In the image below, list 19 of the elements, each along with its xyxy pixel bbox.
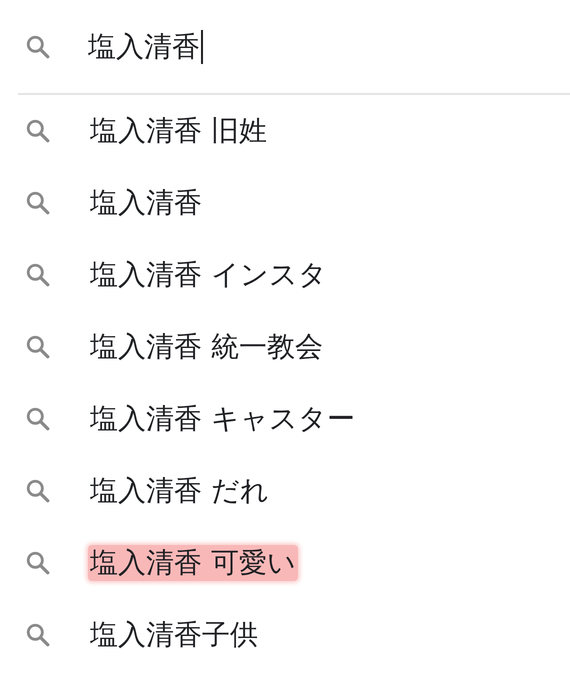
search-icon <box>25 406 51 432</box>
search-icon <box>25 550 51 576</box>
search-icon <box>25 334 51 360</box>
suggestion-item[interactable]: 塩入清香 旧姓 <box>88 113 269 149</box>
search-icon <box>25 190 51 216</box>
search-icon <box>25 478 51 504</box>
suggestion-item[interactable]: 塩入清香 インスタ <box>88 257 329 293</box>
search-icon <box>25 622 51 648</box>
suggestion-item[interactable]: 塩入清香 キャスター <box>88 401 357 437</box>
search-icon <box>25 118 51 144</box>
search-query[interactable]: 塩入清香 <box>88 28 200 64</box>
text-cursor <box>201 30 203 64</box>
suggestion-item[interactable]: 塩入清香 可愛い <box>88 545 298 581</box>
suggestion-item[interactable]: 塩入清香 統一教会 <box>88 329 325 365</box>
suggestion-item[interactable]: 塩入清香 <box>88 185 204 221</box>
suggestion-item[interactable]: 塩入清香 だれ <box>88 473 271 509</box>
suggestion-item[interactable]: 塩入清香子供 <box>88 617 260 653</box>
search-icon <box>25 262 51 288</box>
search-icon <box>25 34 51 60</box>
